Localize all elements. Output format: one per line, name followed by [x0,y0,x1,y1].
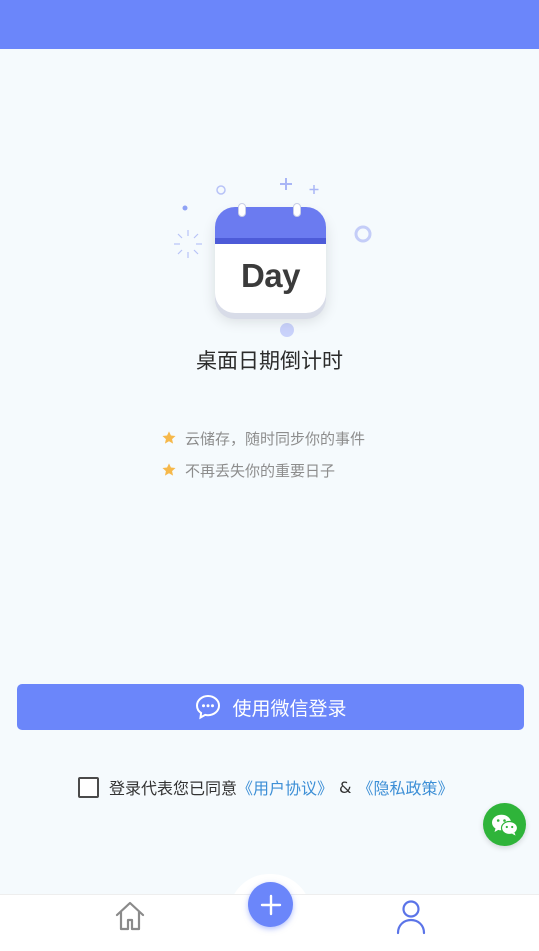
agreement-separator: & [339,777,352,797]
wechat-login-button[interactable]: 使用微信登录 [17,684,524,730]
star-icon [162,463,176,476]
user-agreement-link[interactable]: 《用户协议》 [237,775,333,799]
calendar-ring-right [293,203,301,217]
feature-list: 云储存，随时同步你的事件 不再丢失你的重要日子 [161,427,365,491]
feature-item: 不再丢失你的重要日子 [161,459,365,481]
wechat-float-button[interactable] [483,803,526,846]
logo-text: Day [240,257,301,294]
feature-text: 不再丢失你的重要日子 [185,461,336,480]
privacy-policy-link[interactable]: 《隐私政策》 [358,775,454,799]
chat-bubble-icon [196,694,221,720]
app-title: 桌面日期倒计时 [196,349,343,373]
login-button-label: 使用微信登录 [232,698,347,720]
agreement-checkbox[interactable] [78,776,99,798]
user-icon[interactable] [394,899,428,935]
plus-icon [260,894,281,915]
star-icon [162,431,176,444]
home-icon[interactable] [113,899,147,933]
hero-illustration: Day [0,170,539,345]
status-bar [0,0,539,49]
feature-item: 云储存，随时同步你的事件 [161,427,365,449]
agreement-prefix: 登录代表您已同意 [109,779,238,798]
wechat-icon [491,814,518,835]
agreement-row: 登录代表您已同意 《用户协议》 & 《隐私政策》 [78,775,454,799]
day-logo-icon: Day [215,207,326,313]
calendar-ring-left [238,203,246,217]
add-button[interactable] [248,882,293,927]
feature-text: 云储存，随时同步你的事件 [185,429,366,448]
